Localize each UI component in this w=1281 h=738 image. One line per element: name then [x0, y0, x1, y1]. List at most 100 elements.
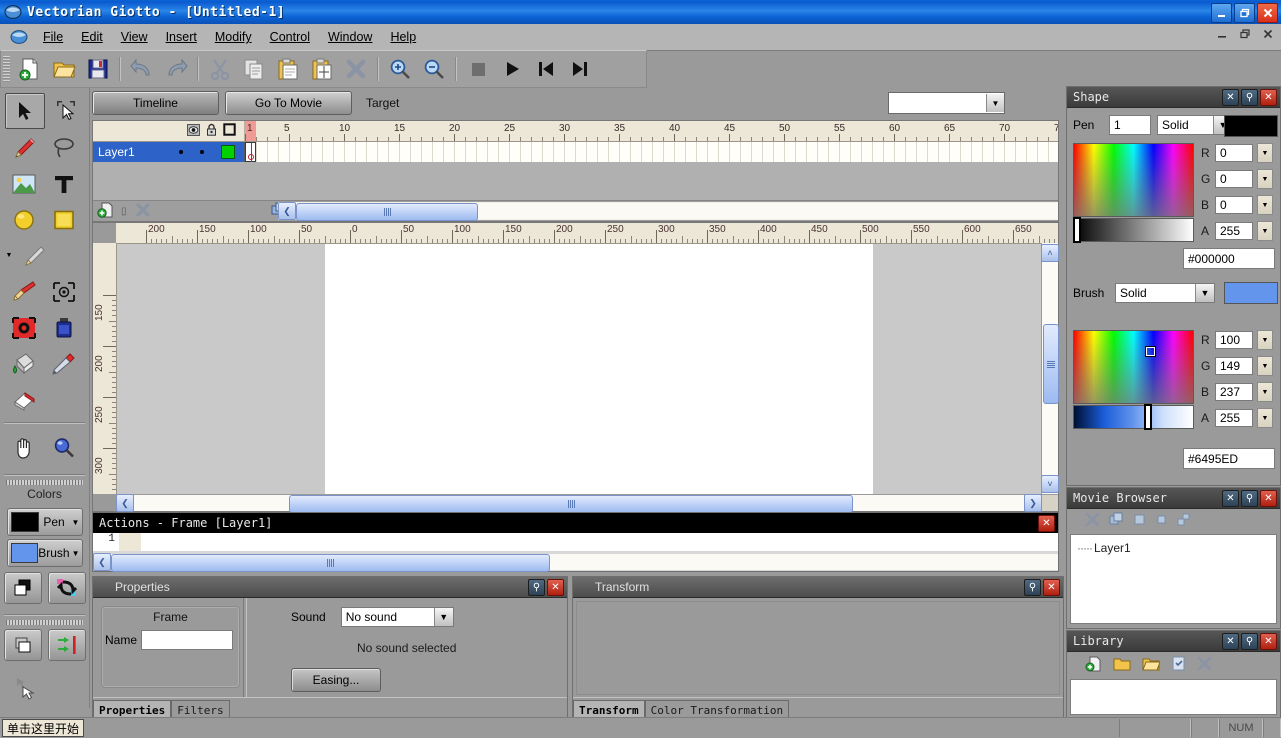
- pen-width-input[interactable]: 1: [1109, 115, 1151, 135]
- pen-r-spinner[interactable]: ▼: [1257, 143, 1273, 163]
- actions-scroll-thumb[interactable]: [111, 554, 550, 572]
- frame-number-ruler[interactable]: 1510152025303540455055606570758085909510…: [245, 121, 1058, 141]
- zoom-in-icon[interactable]: [383, 54, 417, 84]
- new-icon[interactable]: [13, 54, 47, 84]
- pen-style-select[interactable]: Solid ▼: [1157, 115, 1233, 135]
- movie-browser-collapse-button[interactable]: ✕: [1222, 489, 1239, 507]
- actions-code-area[interactable]: 1: [93, 533, 1058, 551]
- stage-hscroll-thumb[interactable]: [289, 495, 853, 513]
- menu-item-file[interactable]: File: [34, 27, 72, 47]
- pen-g-input[interactable]: 0: [1215, 170, 1253, 188]
- new-folder-icon[interactable]: [1142, 656, 1161, 674]
- pen-a-spinner[interactable]: ▼: [1257, 221, 1273, 241]
- last-frame-icon[interactable]: [563, 54, 597, 84]
- library-pin-button[interactable]: ⚲: [1241, 632, 1258, 650]
- add-layer-icon[interactable]: [97, 202, 115, 221]
- brush-tool[interactable]: [5, 275, 43, 309]
- properties-close-button[interactable]: ✕: [547, 578, 564, 596]
- target-combo[interactable]: ▼: [888, 92, 1005, 114]
- subselection-tool[interactable]: [47, 93, 85, 127]
- brush-b-input[interactable]: 237: [1215, 383, 1253, 401]
- lock-icon[interactable]: [206, 123, 217, 139]
- magnifier-tool[interactable]: [45, 431, 83, 465]
- new-symbol-icon[interactable]: [1109, 512, 1124, 530]
- pen-b-spinner[interactable]: ▼: [1257, 195, 1273, 215]
- add-folder-icon[interactable]: ▯: [121, 206, 127, 217]
- insert-icon[interactable]: [1156, 514, 1168, 529]
- properties-pin-button[interactable]: ⚲: [528, 578, 545, 596]
- frame-name-input[interactable]: [141, 630, 233, 650]
- scroll-right-button-stage[interactable]: ❯: [1024, 494, 1042, 512]
- paint-bucket-tool[interactable]: [5, 347, 43, 381]
- oval-tool[interactable]: [5, 203, 43, 237]
- brush-a-input[interactable]: 255: [1215, 409, 1253, 427]
- save-icon[interactable]: [81, 54, 115, 84]
- snap-to-objects-button[interactable]: [3, 629, 42, 661]
- first-frame-icon[interactable]: [529, 54, 563, 84]
- fill-transform-tool[interactable]: [5, 311, 43, 345]
- pen-b-input[interactable]: 0: [1215, 196, 1253, 214]
- paste-icon[interactable]: [271, 54, 305, 84]
- shape-collapse-button[interactable]: ✕: [1222, 88, 1239, 106]
- actions-close-button[interactable]: ✕: [1038, 514, 1055, 532]
- shape-pin-button[interactable]: ⚲: [1241, 88, 1258, 106]
- new-item-icon[interactable]: [1085, 656, 1102, 675]
- play-icon[interactable]: [495, 54, 529, 84]
- menu-item-control[interactable]: Control: [261, 27, 319, 47]
- pencil-tool[interactable]: [5, 131, 43, 165]
- keyframe-marker[interactable]: [245, 142, 256, 162]
- document-close-button[interactable]: [1261, 28, 1275, 43]
- no-color-button[interactable]: [3, 572, 42, 604]
- pen-color-button[interactable]: Pen ▼: [6, 508, 83, 536]
- properties-icon[interactable]: [1171, 656, 1186, 674]
- selection-tool[interactable]: [5, 93, 45, 129]
- eye-icon[interactable]: [187, 123, 200, 139]
- target-chevron-down-icon[interactable]: ▼: [986, 94, 1004, 112]
- brush-r-input[interactable]: 100: [1215, 331, 1253, 349]
- stage-hscroll-track[interactable]: [134, 495, 1024, 513]
- scroll-up-button[interactable]: ˄: [1041, 244, 1059, 262]
- stage-canvas[interactable]: [117, 244, 1041, 494]
- brush-a-spinner[interactable]: ▼: [1257, 408, 1273, 428]
- brush-r-spinner[interactable]: ▼: [1257, 330, 1273, 350]
- text-tool[interactable]: [45, 167, 83, 201]
- layer-visible-toggle[interactable]: [179, 150, 183, 154]
- brush-g-input[interactable]: 149: [1215, 357, 1253, 375]
- delete-icon[interactable]: [1085, 512, 1100, 530]
- transform-close-button[interactable]: ✕: [1043, 578, 1060, 596]
- menu-item-help[interactable]: Help: [381, 27, 425, 47]
- library-close-button[interactable]: ✕: [1260, 632, 1277, 650]
- scroll-left-button-stage[interactable]: ❮: [116, 494, 134, 512]
- lasso-tool[interactable]: [45, 131, 83, 165]
- stage-vertical-scrollbar[interactable]: ˄ ˅: [1041, 243, 1059, 494]
- pen-color-field[interactable]: [1073, 143, 1194, 217]
- easing-button[interactable]: Easing...: [291, 668, 381, 692]
- document-restore-button[interactable]: [1238, 28, 1252, 43]
- menu-item-modify[interactable]: Modify: [206, 27, 261, 47]
- align-button[interactable]: [47, 629, 86, 661]
- stop-icon[interactable]: [461, 54, 495, 84]
- brush-style-select[interactable]: Solid ▼: [1115, 283, 1215, 303]
- sound-chevron-down-icon[interactable]: ▼: [433, 608, 453, 626]
- ink-bottle-tool[interactable]: [45, 311, 83, 345]
- zoom-out-icon[interactable]: [417, 54, 451, 84]
- open-folder-icon[interactable]: [1113, 656, 1131, 674]
- menu-item-insert[interactable]: Insert: [157, 27, 206, 47]
- tab-go-to-movie[interactable]: Go To Movie: [225, 91, 352, 115]
- pen-brightness-thumb[interactable]: [1073, 217, 1081, 243]
- table-row[interactable]: Layer1: [93, 142, 1058, 162]
- image-tool[interactable]: [5, 167, 43, 201]
- actions-scroll-left-button[interactable]: ❮: [93, 553, 111, 571]
- swap-colors-button[interactable]: [47, 572, 86, 604]
- line-tool[interactable]: [15, 239, 53, 273]
- layer-lock-toggle[interactable]: [200, 150, 204, 154]
- close-button[interactable]: [1257, 3, 1278, 23]
- delete-layer-icon[interactable]: [135, 202, 151, 221]
- menu-item-edit[interactable]: Edit: [72, 27, 112, 47]
- actions-scroll-track[interactable]: [111, 554, 1058, 572]
- shape-close-button[interactable]: ✕: [1260, 88, 1277, 106]
- hand-tool[interactable]: [5, 431, 43, 465]
- maximize-button[interactable]: [1234, 3, 1255, 23]
- outline-icon[interactable]: [223, 123, 236, 139]
- eyedropper-tool[interactable]: [45, 347, 83, 381]
